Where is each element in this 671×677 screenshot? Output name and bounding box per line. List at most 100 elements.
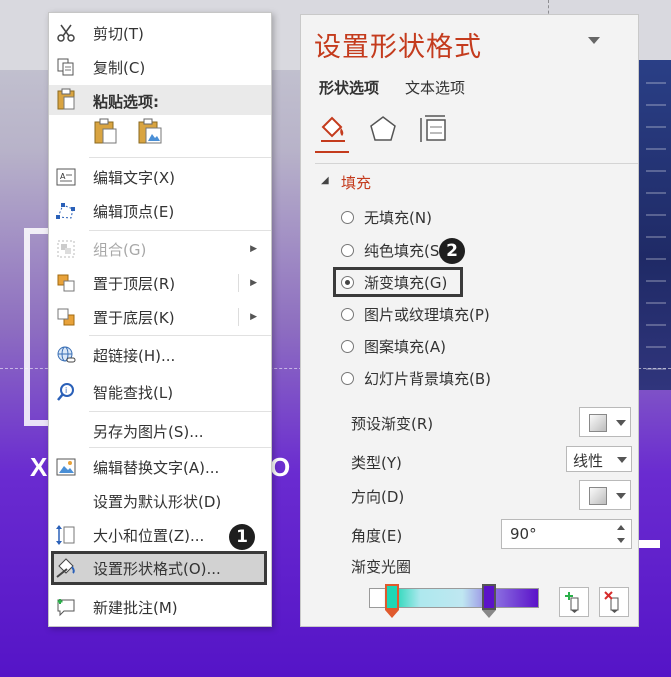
menu-item-save-as-picture[interactable]: 另存为图片(S)...: [49, 414, 271, 448]
radio-label: 幻灯片背景填充(B): [364, 369, 491, 388]
radio-button[interactable]: [341, 307, 354, 321]
radio-label: 图片或纹理填充(P): [364, 305, 490, 324]
menu-item-label: 设置为默认形状(D): [93, 492, 222, 511]
menu-item-format-shape[interactable]: 设置形状格式(O)...: [49, 551, 271, 585]
radio-no-fill[interactable]: 无填充(N): [341, 205, 432, 229]
menu-item-label: 置于底层(K): [93, 308, 175, 327]
bring-to-front-icon: [55, 272, 77, 294]
edit-points-icon: [55, 200, 77, 222]
smart-lookup-icon: i: [55, 381, 77, 403]
slide-text-x: X: [30, 452, 48, 482]
tab-text-options[interactable]: 文本选项: [405, 77, 465, 98]
type-select[interactable]: 线性: [566, 446, 632, 472]
chevron-down-icon: [616, 493, 626, 499]
menu-item-edit-text[interactable]: A 编辑文字(X): [49, 160, 271, 194]
remove-stop-icon: [604, 591, 619, 613]
panel-title: 设置形状格式: [314, 32, 482, 63]
menu-item-label: 超链接(H)...: [93, 346, 176, 365]
menu-item-copy[interactable]: 复制(C): [49, 50, 271, 84]
menu-separator: [89, 335, 271, 336]
fill-line-icon[interactable]: [317, 113, 349, 145]
slide-photo-lines: [646, 70, 666, 370]
gradient-stops-label: 渐变光圈: [351, 558, 412, 576]
scissors-icon: [55, 22, 77, 44]
edit-text-icon: A: [55, 166, 77, 188]
spin-up-icon[interactable]: [617, 525, 625, 530]
gradient-stop-2[interactable]: [482, 584, 496, 610]
angle-spinner[interactable]: 90°: [501, 519, 632, 549]
direction-dropdown[interactable]: [579, 480, 631, 510]
paste-picture-icon[interactable]: [137, 117, 163, 145]
menu-item-send-to-back[interactable]: 置于底层(K) ▶: [49, 300, 271, 334]
submenu-arrow-icon: ▶: [250, 244, 257, 254]
menu-item-label: 组合(G): [93, 240, 147, 259]
collapse-triangle-icon[interactable]: ◢: [321, 175, 329, 186]
radio-pattern-fill[interactable]: 图案填充(A): [341, 334, 446, 358]
submenu-arrow-icon[interactable]: ▶: [250, 312, 257, 322]
gradient-stop-2-pointer: [482, 610, 496, 618]
type-label: 类型(Y): [351, 454, 402, 472]
panel-options-dropdown-icon[interactable]: [588, 37, 600, 44]
radio-button[interactable]: [341, 243, 354, 257]
radio-label: 图案填充(A): [364, 337, 446, 356]
menu-item-label: 大小和位置(Z)...: [93, 526, 205, 545]
menu-paste-header: 粘贴选项:: [49, 85, 271, 115]
menu-item-set-default-shape[interactable]: 设置为默认形状(D): [49, 484, 271, 518]
spin-down-icon[interactable]: [617, 538, 625, 543]
active-icon-underline: [315, 151, 349, 153]
format-shape-panel: 设置形状格式 形状选项 文本选项 ◢ 填充 无填充(N) 纯色填充(S) 渐变填…: [300, 14, 639, 627]
menu-item-bring-to-front[interactable]: 置于顶层(R) ▶: [49, 266, 271, 300]
radio-gradient-fill[interactable]: 渐变填充(G): [341, 270, 447, 294]
new-comment-icon: [55, 596, 77, 618]
menu-item-label: 复制(C): [93, 58, 146, 77]
menu-item-edit-points[interactable]: 编辑顶点(E): [49, 194, 271, 228]
radio-button[interactable]: [341, 339, 354, 353]
menu-divider: [238, 308, 239, 326]
menu-item-new-comment[interactable]: 新建批注(M): [49, 590, 271, 624]
hyperlink-icon: [55, 344, 77, 366]
submenu-arrow-icon[interactable]: ▶: [250, 278, 257, 288]
menu-item-group: 组合(G) ▶: [49, 232, 271, 266]
section-fill-title[interactable]: 填充: [341, 172, 371, 193]
radio-slide-background-fill[interactable]: 幻灯片背景填充(B): [341, 366, 491, 390]
radio-button[interactable]: [341, 210, 354, 224]
size-properties-icon[interactable]: [417, 113, 449, 145]
gradient-stop-1[interactable]: [385, 584, 399, 610]
menu-item-label: 置于顶层(R): [93, 274, 176, 293]
preset-gradient-label: 预设渐变(R): [351, 415, 434, 433]
menu-item-label: 智能查找(L): [93, 383, 174, 402]
menu-separator: [89, 447, 271, 448]
add-gradient-stop-button[interactable]: [559, 587, 589, 617]
menu-divider: [238, 274, 239, 292]
remove-gradient-stop-button[interactable]: [599, 587, 629, 617]
radio-label: 渐变填充(G): [364, 273, 448, 292]
radio-button[interactable]: [341, 371, 354, 385]
menu-separator: [89, 411, 271, 412]
alt-text-icon: [55, 456, 77, 478]
svg-text:i: i: [65, 386, 67, 395]
panel-separator: [315, 163, 638, 164]
gradient-swatch: [589, 414, 607, 432]
menu-item-label: 粘贴选项:: [93, 93, 159, 111]
slide-bar-shape: [636, 540, 660, 548]
chevron-down-icon: [617, 457, 627, 463]
effects-pentagon-icon[interactable]: [367, 113, 399, 145]
radio-picture-fill[interactable]: 图片或纹理填充(P): [341, 302, 490, 326]
radio-button-selected[interactable]: [341, 275, 354, 289]
step-badge-1: 1: [229, 524, 255, 550]
preset-gradient-dropdown[interactable]: [579, 407, 631, 437]
tab-shape-options[interactable]: 形状选项: [319, 77, 379, 98]
menu-item-cut[interactable]: 剪切(T): [49, 16, 271, 50]
angle-value: 90°: [510, 525, 537, 543]
menu-item-label: 剪切(T): [93, 24, 144, 43]
size-position-icon: [55, 524, 77, 546]
menu-separator: [89, 157, 271, 158]
menu-item-label: 新建批注(M): [93, 598, 178, 617]
menu-item-smart-lookup[interactable]: i 智能查找(L): [49, 375, 271, 409]
menu-item-edit-alt-text[interactable]: 编辑替换文字(A)...: [49, 450, 271, 484]
paste-keep-source-icon[interactable]: [93, 117, 119, 145]
menu-item-hyperlink[interactable]: 超链接(H)...: [49, 338, 271, 372]
slide-text-o: O: [270, 452, 291, 482]
direction-swatch: [589, 487, 607, 505]
radio-solid-fill[interactable]: 纯色填充(S): [341, 238, 445, 262]
